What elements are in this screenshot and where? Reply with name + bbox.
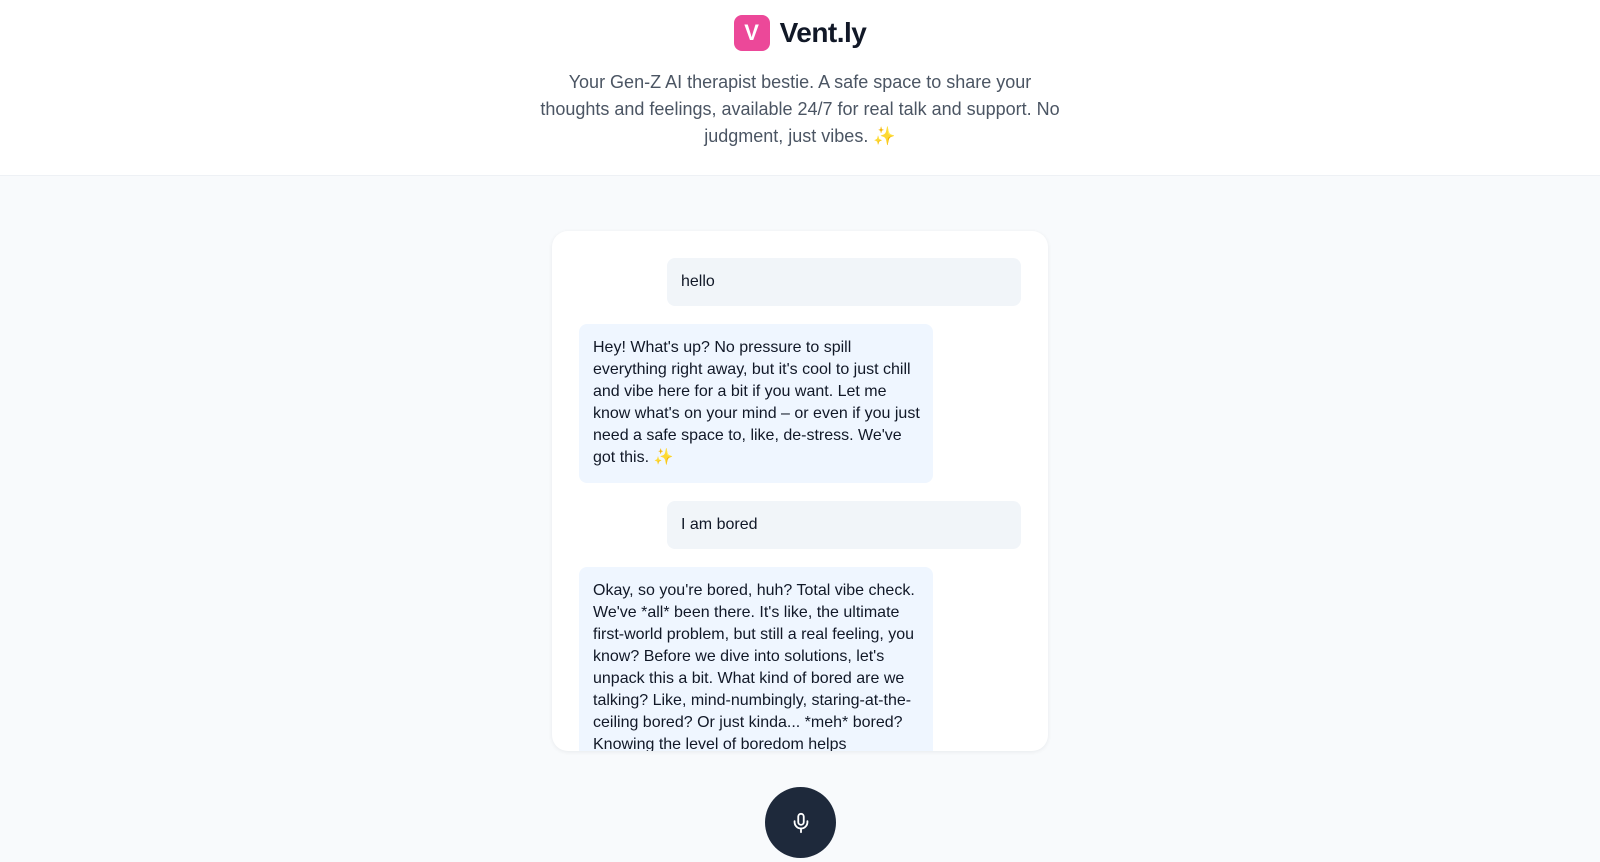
- sparkle-icon: ✨: [873, 126, 896, 146]
- brand-name: Vent.ly: [779, 17, 867, 48]
- user-message: I am bored: [667, 501, 1021, 549]
- chat-window: hello Hey! What's up? No pressure to spi…: [552, 231, 1048, 751]
- microphone-button[interactable]: [765, 787, 836, 858]
- sparkle-icon: ✨: [653, 449, 674, 466]
- message-text: hello: [681, 273, 715, 290]
- message-text: I am bored: [681, 516, 758, 533]
- message-list[interactable]: hello Hey! What's up? No pressure to spi…: [552, 231, 1048, 751]
- user-message: hello: [667, 258, 1021, 306]
- app-header: V Vent.ly Your Gen-Z AI therapist bestie…: [0, 0, 1600, 176]
- message-text: Hey! What's up? No pressure to spill eve…: [593, 339, 920, 466]
- brand: V Vent.ly: [0, 15, 1600, 51]
- logo-icon: V: [733, 15, 770, 51]
- tagline: Your Gen-Z AI therapist bestie. A safe s…: [540, 69, 1060, 150]
- assistant-message: Okay, so you're bored, huh? Total vibe c…: [579, 567, 933, 751]
- microphone-icon: [793, 812, 808, 833]
- tagline-text: Your Gen-Z AI therapist bestie. A safe s…: [540, 72, 1060, 146]
- message-text: Okay, so you're bored, huh? Total vibe c…: [593, 582, 915, 751]
- assistant-message: Hey! What's up? No pressure to spill eve…: [579, 324, 933, 483]
